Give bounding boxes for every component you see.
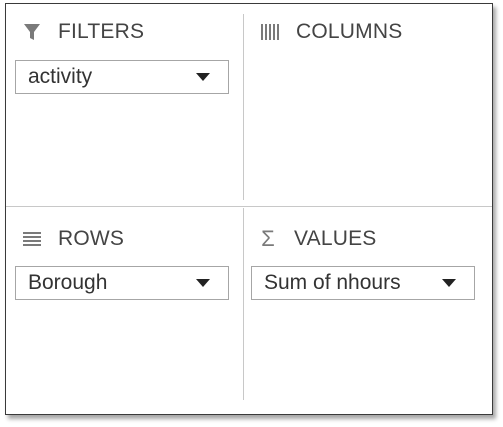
columns-title: COLUMNS xyxy=(296,20,403,43)
filters-title: FILTERS xyxy=(58,20,145,43)
filter-icon xyxy=(20,21,44,43)
row-field-borough[interactable]: Borough xyxy=(15,266,229,300)
columns-icon xyxy=(258,21,282,43)
value-field-sum-of-nhours[interactable]: Sum of nhours xyxy=(251,266,475,300)
chevron-down-icon[interactable] xyxy=(442,278,456,288)
values-header: Σ VALUES xyxy=(256,226,377,251)
pivot-field-areas-panel: FILTERS activity COLUMNS ROWS Borough Σ … xyxy=(5,3,493,415)
sigma-icon: Σ xyxy=(261,226,275,251)
filter-field-activity[interactable]: activity xyxy=(15,60,229,94)
rows-header: ROWS xyxy=(20,227,124,251)
filters-header: FILTERS xyxy=(20,20,144,44)
values-area[interactable]: Σ VALUES Sum of nhours xyxy=(244,207,492,414)
field-label: Borough xyxy=(28,271,108,294)
field-label: Sum of nhours xyxy=(264,271,401,294)
filters-area[interactable]: FILTERS activity xyxy=(6,4,243,206)
field-label: activity xyxy=(28,65,93,88)
values-title: VALUES xyxy=(294,227,377,250)
rows-icon xyxy=(20,228,44,250)
columns-area[interactable]: COLUMNS xyxy=(244,4,492,206)
columns-header: COLUMNS xyxy=(258,20,402,44)
rows-title: ROWS xyxy=(58,227,125,250)
chevron-down-icon[interactable] xyxy=(196,72,210,82)
chevron-down-icon[interactable] xyxy=(196,278,210,288)
rows-area[interactable]: ROWS Borough xyxy=(6,207,243,414)
